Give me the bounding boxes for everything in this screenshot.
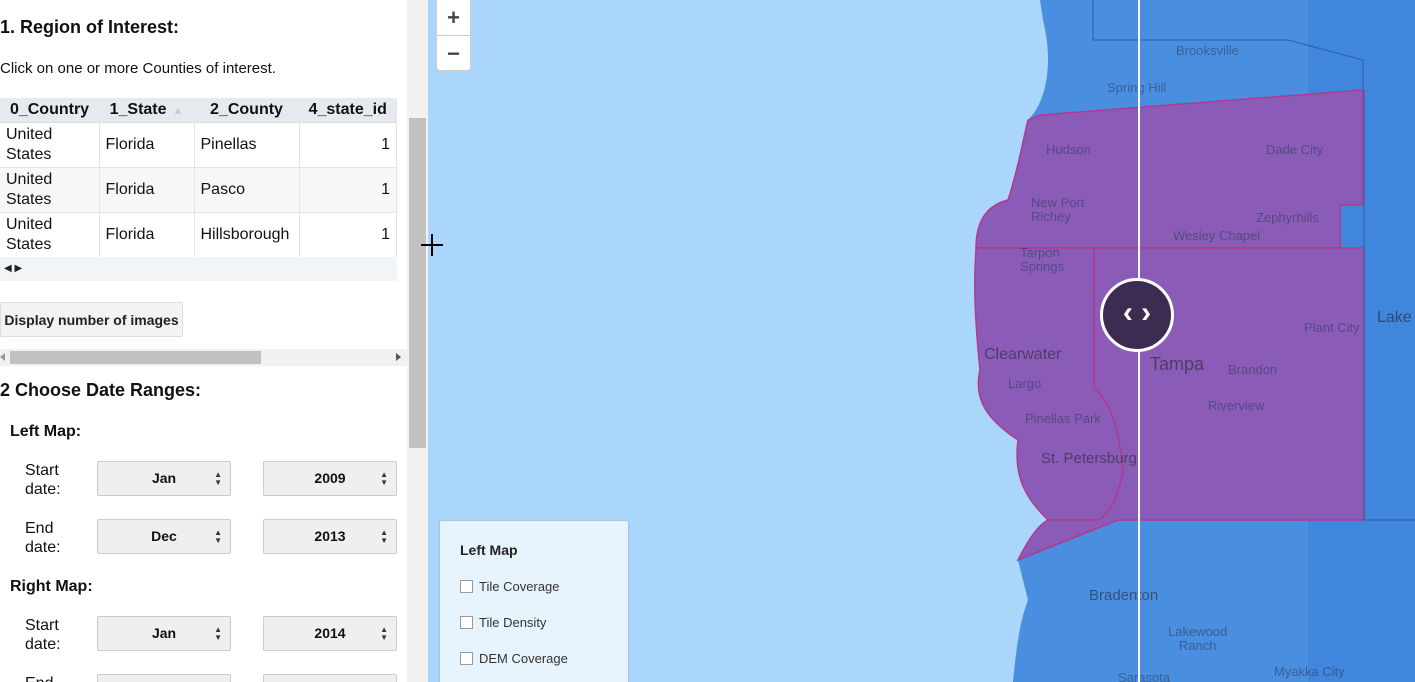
place-label: Dade City [1266, 142, 1324, 157]
place-label: Myakka City [1274, 664, 1345, 679]
scroll-right-icon[interactable] [396, 353, 401, 361]
column-header-state-id[interactable]: 4_state_id [299, 98, 397, 123]
select-arrows-icon: ▲ ▼ [214, 470, 222, 487]
county-table: 0_Country 1_State ▲ 2_County 4_state_id U… [0, 98, 397, 258]
tile-density-checkbox[interactable]: Tile Density [460, 615, 546, 630]
region-instruction: Click on one or more Counties of interes… [0, 60, 276, 77]
place-label: Pinellas Park [1025, 411, 1101, 426]
place-label: Brandon [1228, 362, 1278, 377]
zoom-out-button[interactable]: − [437, 36, 470, 71]
left-end-month-select[interactable]: Dec ▲ ▼ [97, 519, 231, 554]
horizontal-scroll-thumb[interactable] [10, 351, 261, 364]
place-label: Hudson [1046, 142, 1091, 157]
swipe-arrows-icon: ‹ › [1122, 296, 1152, 329]
zoom-in-button[interactable]: + [437, 0, 470, 36]
zoom-control: + − [436, 0, 471, 71]
right-map-label: Right Map: [10, 578, 93, 595]
cell-state-id: 1 [299, 212, 397, 258]
place-label: Plant City [1304, 320, 1360, 335]
left-start-date-label: Start date: [25, 462, 61, 498]
column-header-country[interactable]: 0_Country [0, 98, 99, 123]
place-label: Bradenton [1089, 587, 1159, 604]
cell-country: United States [0, 167, 100, 213]
right-end-month-select[interactable] [97, 674, 231, 682]
left-start-month-select[interactable]: Jan ▲ ▼ [97, 461, 231, 496]
tile-coverage-checkbox[interactable]: Tile Coverage [460, 579, 559, 594]
checkbox-icon[interactable] [460, 616, 473, 629]
table-row[interactable]: United States Florida Pinellas 1 [0, 122, 397, 168]
vertical-scroll-thumb[interactable] [409, 118, 426, 448]
place-label: Tarpon Springs [1020, 245, 1065, 274]
swipe-handle-button[interactable]: ‹ › [1100, 278, 1174, 352]
right-end-year-select[interactable] [263, 674, 397, 682]
place-label: Brooksville [1176, 43, 1239, 58]
sidebar-vertical-scrollbar[interactable] [407, 0, 428, 682]
cell-state: Florida [99, 212, 195, 258]
place-label: St. Petersburg [1041, 450, 1137, 467]
layer-legend-panel: Left Map Tile Coverage Tile Density DEM … [440, 521, 628, 682]
place-label: Spring Hill [1107, 80, 1167, 95]
place-label: Zephyrhills [1256, 210, 1319, 225]
table-row[interactable]: United States Florida Hillsborough 1 [0, 212, 397, 258]
place-label: Riverview [1208, 398, 1265, 413]
select-arrows-icon: ▲ ▼ [214, 625, 222, 642]
place-label: Wesley Chapel [1173, 228, 1261, 243]
place-label: Lake [1377, 309, 1412, 326]
legend-title: Left Map [460, 542, 518, 558]
place-label: Largo [1008, 376, 1042, 391]
cell-state-id: 1 [299, 122, 397, 168]
place-label: Clearwater [984, 346, 1062, 363]
place-label: Tampa [1150, 354, 1205, 374]
table-row[interactable]: United States Florida Pasco 1 [0, 167, 397, 213]
cell-state: Florida [99, 122, 195, 168]
column-header-state[interactable]: 1_State ▲ [99, 98, 194, 123]
date-section-title: 2 Choose Date Ranges: [0, 380, 202, 400]
display-image-count-button[interactable]: Display number of images [0, 302, 183, 337]
dem-coverage-checkbox[interactable]: DEM Coverage [460, 651, 568, 666]
column-header-county[interactable]: 2_County [194, 98, 299, 123]
select-arrows-icon: ▲ ▼ [214, 528, 222, 545]
checkbox-icon[interactable] [460, 580, 473, 593]
cell-state-id: 1 [299, 167, 397, 213]
move-cursor-icon [421, 234, 443, 256]
left-end-date-label: End date: [25, 520, 61, 556]
right-end-date-label: End [25, 674, 53, 682]
region-section-title: 1. Region of Interest: [0, 17, 180, 37]
cell-county: Pasco [194, 167, 300, 213]
right-start-month-select[interactable]: Jan ▲ ▼ [97, 616, 231, 651]
place-label: Sarasota [1118, 670, 1171, 682]
checkbox-icon[interactable] [460, 652, 473, 665]
map-view[interactable]: + − Brooksville Spring Hill Hudson Dade … [428, 0, 1415, 682]
place-label: New Port Richey [1031, 195, 1085, 224]
right-start-year-select[interactable]: 2014 ▲ ▼ [263, 616, 397, 651]
left-end-year-select[interactable]: 2013 ▲ ▼ [263, 519, 397, 554]
horizontal-scrollbar[interactable] [0, 349, 407, 366]
select-arrows-icon: ▲ ▼ [380, 470, 388, 487]
table-scroll-arrows[interactable]: ◀ ▶ [0, 257, 397, 281]
place-label: Lakewood Ranch [1168, 624, 1228, 653]
left-start-year-select[interactable]: 2009 ▲ ▼ [263, 461, 397, 496]
cell-state: Florida [99, 167, 195, 213]
sidebar-panel: 1. Region of Interest: Click on one or m… [0, 0, 407, 682]
left-map-label: Left Map: [10, 423, 82, 440]
select-arrows-icon: ▲ ▼ [380, 528, 388, 545]
sort-ascending-icon: ▲ [172, 105, 184, 117]
right-start-date-label: Start date: [25, 617, 61, 653]
cell-country: United States [0, 122, 100, 168]
cell-county: Hillsborough [194, 212, 300, 258]
cell-country: United States [0, 212, 100, 258]
select-arrows-icon: ▲ ▼ [380, 625, 388, 642]
cell-county: Pinellas [194, 122, 300, 168]
scroll-left-icon[interactable] [0, 353, 5, 361]
